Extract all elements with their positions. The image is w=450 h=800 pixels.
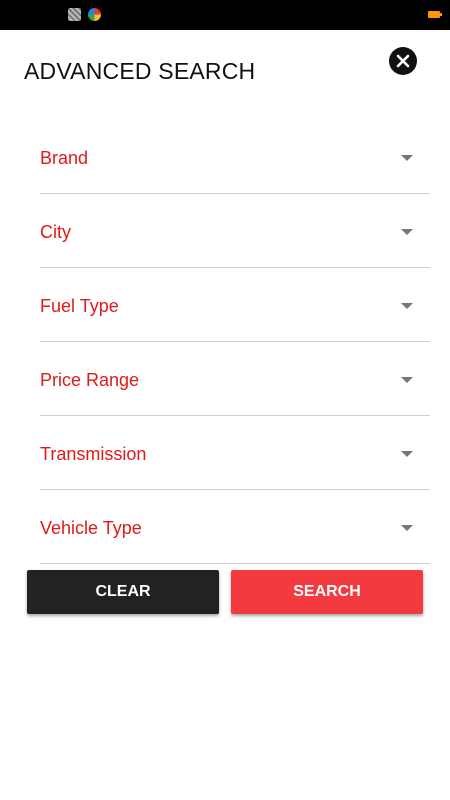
vehicle-type-dropdown[interactable]: Vehicle Type <box>40 490 430 564</box>
price-range-dropdown[interactable]: Price Range <box>40 342 430 416</box>
page-title: ADVANCED SEARCH <box>24 58 256 84</box>
dropdown-arrow-icon <box>401 451 413 457</box>
status-bar <box>0 0 450 30</box>
close-icon <box>396 54 410 68</box>
dropdown-label: Brand <box>40 148 89 168</box>
dropdown-arrow-icon <box>401 525 413 531</box>
notification-image-icon <box>68 8 81 21</box>
dropdown-label: Fuel Type <box>40 296 119 316</box>
dropdown-arrow-icon <box>401 377 413 383</box>
dropdown-label: Price Range <box>40 370 140 390</box>
dropdown-arrow-icon <box>401 303 413 309</box>
city-dropdown[interactable]: City <box>40 194 430 268</box>
dropdown-label: Vehicle Type <box>40 518 142 538</box>
battery-icon <box>428 11 442 18</box>
brand-dropdown[interactable]: Brand <box>40 120 430 194</box>
dropdown-label: Transmission <box>40 444 147 464</box>
transmission-dropdown[interactable]: Transmission <box>40 416 430 490</box>
filter-list: Brand City Fuel Type Price Range Transmi… <box>40 120 430 564</box>
search-button[interactable]: SEARCH <box>231 570 423 614</box>
dropdown-arrow-icon <box>401 229 413 235</box>
dropdown-arrow-icon <box>401 155 413 161</box>
close-button[interactable] <box>389 47 417 75</box>
dropdown-label: City <box>40 222 71 242</box>
clear-button[interactable]: CLEAR <box>27 570 219 614</box>
fuel-type-dropdown[interactable]: Fuel Type <box>40 268 430 342</box>
chrome-icon <box>88 8 101 21</box>
